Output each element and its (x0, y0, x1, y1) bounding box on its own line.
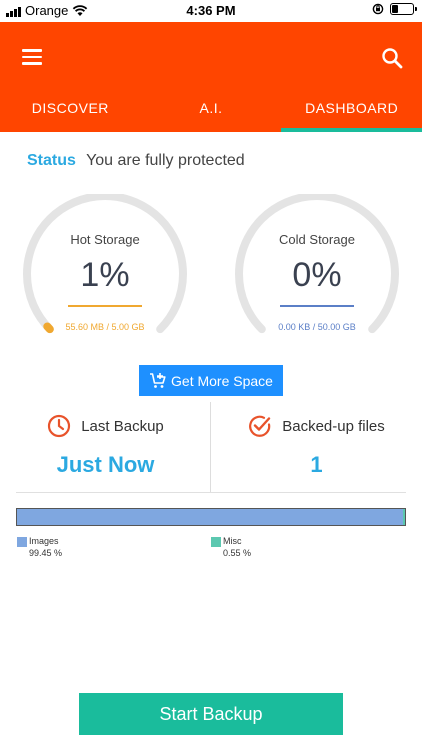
section-divider (16, 492, 406, 493)
legend-swatch-images (17, 536, 27, 547)
cart-add-icon (150, 372, 166, 388)
backed-up-files-count: 1 (310, 452, 323, 477)
legend-name-misc: Misc (223, 536, 242, 546)
backed-up-files-label: Backed-up files (282, 417, 385, 435)
hot-storage-percent: 1% (80, 256, 130, 294)
hot-storage-underline (68, 305, 142, 307)
legend-images: Images 99.45 % (17, 536, 62, 558)
cold-storage-underline (280, 305, 354, 307)
app-bar: DISCOVER A.I. DASHBOARD (0, 22, 422, 132)
cold-storage-title: Cold Storage (279, 232, 355, 247)
hot-storage-usage: 55.60 MB / 5.00 GB (65, 322, 145, 332)
legend-percent-misc: 0.55 % (223, 547, 252, 558)
cold-storage-percent: 0% (292, 256, 342, 294)
distribution-segment-images (17, 509, 403, 525)
get-more-space-button[interactable]: Get More Space (139, 365, 283, 396)
menu-icon[interactable] (22, 49, 42, 65)
cold-storage-gauge: Cold Storage 0% 0.00 KB / 50.00 GB (235, 194, 399, 344)
cold-storage-usage: 0.00 KB / 50.00 GB (278, 322, 356, 332)
distribution-segment-misc (402, 509, 405, 525)
tab-dashboard[interactable]: DASHBOARD (281, 96, 422, 132)
last-backup-label: Last Backup (81, 417, 164, 435)
backup-info: Last Backup Just Now Backed-up files 1 (0, 402, 422, 492)
legend-swatch-misc (211, 536, 221, 547)
last-backup-value: Just Now (56, 452, 155, 477)
backed-up-files-panel: Backed-up files 1 (211, 402, 422, 492)
protection-status: Status You are fully protected (27, 152, 245, 170)
tab-discover[interactable]: DISCOVER (0, 96, 141, 132)
battery-icon (390, 3, 417, 15)
status-label: Status (27, 152, 76, 169)
check-circle-icon (249, 415, 271, 437)
clock-icon (48, 414, 71, 438)
clock: 4:36 PM (186, 3, 236, 18)
status-bar: Orange 4:36 PM (0, 0, 422, 22)
last-backup-panel: Last Backup Just Now (0, 402, 211, 492)
start-backup-button[interactable]: Start Backup (79, 693, 343, 735)
get-more-space-label: Get More Space (171, 372, 273, 389)
orientation-lock-icon (372, 3, 384, 15)
legend-name-images: Images (29, 536, 59, 546)
status-text: You are fully protected (86, 152, 245, 169)
tab-bar: DISCOVER A.I. DASHBOARD (0, 96, 422, 132)
legend-misc: Misc 0.55 % (211, 536, 251, 558)
backed-up-files-header: Backed-up files (211, 414, 422, 438)
status-bar-right (372, 3, 417, 15)
last-backup-header: Last Backup (0, 414, 211, 438)
search-icon[interactable] (380, 46, 404, 70)
hot-storage-title: Hot Storage (70, 232, 140, 247)
tab-ai[interactable]: A.I. (141, 96, 282, 132)
legend-percent-images: 99.45 % (29, 547, 63, 558)
storage-distribution-bar (16, 508, 406, 526)
hot-storage-gauge: Hot Storage 1% 55.60 MB / 5.00 GB (23, 194, 187, 344)
